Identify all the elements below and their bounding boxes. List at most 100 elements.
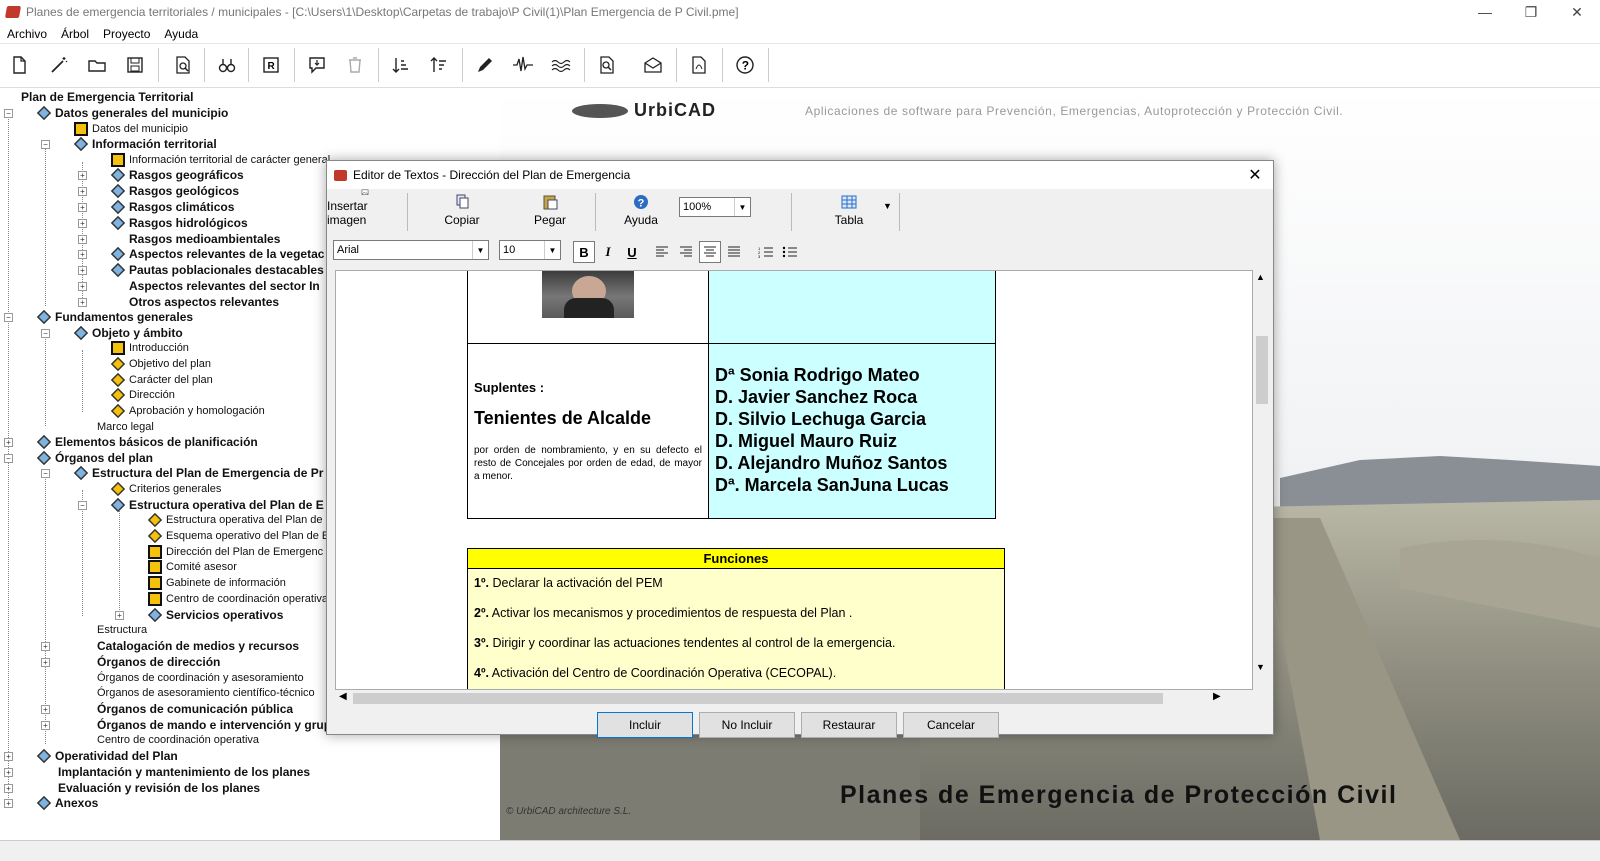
tree-item[interactable]: Aspectos relevantes del sector In (129, 278, 320, 294)
expand-icon[interactable]: + (78, 298, 87, 307)
seismic-icon[interactable] (510, 52, 536, 78)
expand-icon[interactable]: + (78, 171, 87, 180)
expand-icon[interactable]: + (41, 705, 50, 714)
include-button[interactable]: Incluir (597, 712, 693, 738)
tree-item[interactable]: Anexos (36, 795, 98, 811)
expand-icon[interactable]: + (4, 438, 13, 447)
sort-down-icon[interactable] (388, 52, 414, 78)
tree-item[interactable]: Objetivo del plan (110, 356, 211, 372)
tree-item[interactable]: Marco legal (97, 419, 154, 435)
tree-item[interactable]: Información territorial (73, 136, 217, 152)
tree-item[interactable]: Servicios operativos (147, 607, 283, 623)
tree-item[interactable]: Rasgos medioambientales (129, 231, 280, 247)
expand-icon[interactable]: + (41, 642, 50, 651)
tree-item[interactable]: Objeto y ámbito (73, 325, 183, 341)
expand-icon[interactable]: + (115, 611, 124, 620)
bold-button[interactable]: B (573, 241, 595, 263)
tree-item[interactable]: Introducción (111, 340, 189, 356)
scroll-right-icon[interactable]: ▶ (1213, 691, 1221, 702)
menu-proyecto[interactable]: Proyecto (96, 27, 157, 41)
tree-item[interactable]: Aprobación y homologación (110, 403, 265, 419)
collapse-icon[interactable]: − (4, 109, 13, 118)
tree-item[interactable]: Otros aspectos relevantes (129, 294, 279, 310)
tree-item[interactable]: Rasgos hidrológicos (110, 215, 248, 231)
underline-button[interactable]: U (621, 241, 643, 263)
expand-icon[interactable]: + (78, 219, 87, 228)
bullet-list-icon[interactable] (779, 241, 801, 263)
close-icon[interactable]: ✕ (1554, 0, 1600, 24)
expand-icon[interactable]: + (78, 250, 87, 259)
align-center-icon[interactable] (699, 241, 721, 263)
expand-icon[interactable]: + (4, 752, 13, 761)
align-left-icon[interactable] (651, 241, 673, 263)
help-icon[interactable]: ? (732, 52, 758, 78)
tree-root[interactable]: Plan de Emergencia Territorial (21, 89, 194, 105)
tree-item[interactable]: Órganos de dirección (97, 654, 220, 670)
tree-item[interactable]: Datos del municipio (74, 121, 188, 137)
tree-item[interactable]: Comité asesor (148, 559, 237, 575)
tree-item[interactable]: Rasgos geológicos (110, 183, 239, 199)
tree-item[interactable]: Dirección (110, 387, 175, 403)
collapse-icon[interactable]: − (41, 469, 50, 478)
scroll-up-icon[interactable]: ▲ (1256, 272, 1265, 282)
expand-icon[interactable]: + (41, 721, 50, 730)
collapse-icon[interactable]: − (41, 329, 50, 338)
scroll-down-icon[interactable]: ▼ (1256, 662, 1265, 672)
new-file-icon[interactable] (6, 52, 32, 78)
tree-item[interactable]: Evaluación y revisión de los planes (58, 780, 260, 796)
help-button[interactable]: ? Ayuda (609, 189, 673, 235)
menu-archivo[interactable]: Archivo (0, 27, 54, 41)
expand-icon[interactable]: + (78, 187, 87, 196)
vertical-scrollbar[interactable]: ▲ ▼ (1253, 270, 1269, 690)
align-right-icon[interactable] (675, 241, 697, 263)
tree-item[interactable]: Dirección del Plan de Emergenc (148, 544, 323, 560)
tree-item[interactable]: Catalogación de medios y recursos (97, 638, 299, 654)
tree-item[interactable]: Centro de coordinación operativa (97, 732, 259, 748)
expand-icon[interactable]: + (78, 203, 87, 212)
pencil-icon[interactable] (472, 52, 498, 78)
collapse-icon[interactable]: − (41, 140, 50, 149)
tree-item[interactable]: Órganos del plan (36, 450, 153, 466)
tree-item[interactable]: Gabinete de información (148, 575, 286, 591)
italic-button[interactable]: I (597, 241, 619, 263)
cancel-button[interactable]: Cancelar (903, 712, 999, 738)
close-icon[interactable]: ✕ (1241, 161, 1269, 189)
table-button[interactable]: Tabla (819, 189, 879, 235)
sort-up-icon[interactable] (426, 52, 452, 78)
tree-item[interactable]: Estructura operativa del Plan de (147, 512, 323, 528)
tree-item[interactable]: Información territorial de carácter gene… (111, 152, 330, 168)
zoom-select[interactable]: 100% ▼ (679, 197, 751, 217)
table-dropdown-icon[interactable]: ▼ (883, 201, 892, 211)
expand-icon[interactable]: + (78, 266, 87, 275)
numbered-list-icon[interactable]: 123 (755, 241, 777, 263)
menu-ayuda[interactable]: Ayuda (157, 27, 205, 41)
minimize-icon[interactable]: — (1462, 0, 1508, 24)
horizontal-scrollbar[interactable]: ◀ ▶ (335, 690, 1253, 707)
trash-icon[interactable] (342, 52, 368, 78)
tree-item[interactable]: Rasgos climáticos (110, 199, 234, 215)
horizontal-scroll-thumb[interactable] (353, 693, 1163, 704)
document-editor[interactable]: Suplentes : Tenientes de Alcalde por ord… (335, 270, 1253, 690)
menu-arbol[interactable]: Árbol (54, 27, 96, 41)
expand-icon[interactable]: + (78, 282, 87, 291)
font-name-select[interactable]: Arial ▼ (333, 240, 489, 260)
expand-icon[interactable]: + (4, 784, 13, 793)
expand-icon[interactable]: + (4, 799, 13, 808)
open-folder-icon[interactable] (84, 52, 110, 78)
flood-icon[interactable] (548, 52, 574, 78)
tree-item[interactable]: Esquema operativo del Plan de E (147, 528, 329, 544)
tree-item[interactable]: Carácter del plan (110, 372, 213, 388)
tree-item[interactable]: Aspectos relevantes de la vegetac (110, 246, 324, 262)
expand-icon[interactable]: + (41, 658, 50, 667)
paste-button[interactable]: Pegar (515, 189, 585, 235)
tree-item[interactable]: Órganos de comunicación pública (97, 701, 293, 717)
binoculars-icon[interactable] (214, 52, 240, 78)
preview-icon[interactable] (170, 52, 196, 78)
pdf-icon[interactable] (686, 52, 712, 78)
collapse-icon[interactable]: − (4, 454, 13, 463)
tree-item[interactable]: Datos generales del municipio (36, 105, 228, 121)
tree-item[interactable]: Órganos de asesoramiento científico-técn… (97, 685, 315, 701)
insert-image-button[interactable]: Insertar imagen (327, 189, 403, 235)
report-icon[interactable]: R (258, 52, 284, 78)
tree-item[interactable]: Criterios generales (110, 481, 221, 497)
